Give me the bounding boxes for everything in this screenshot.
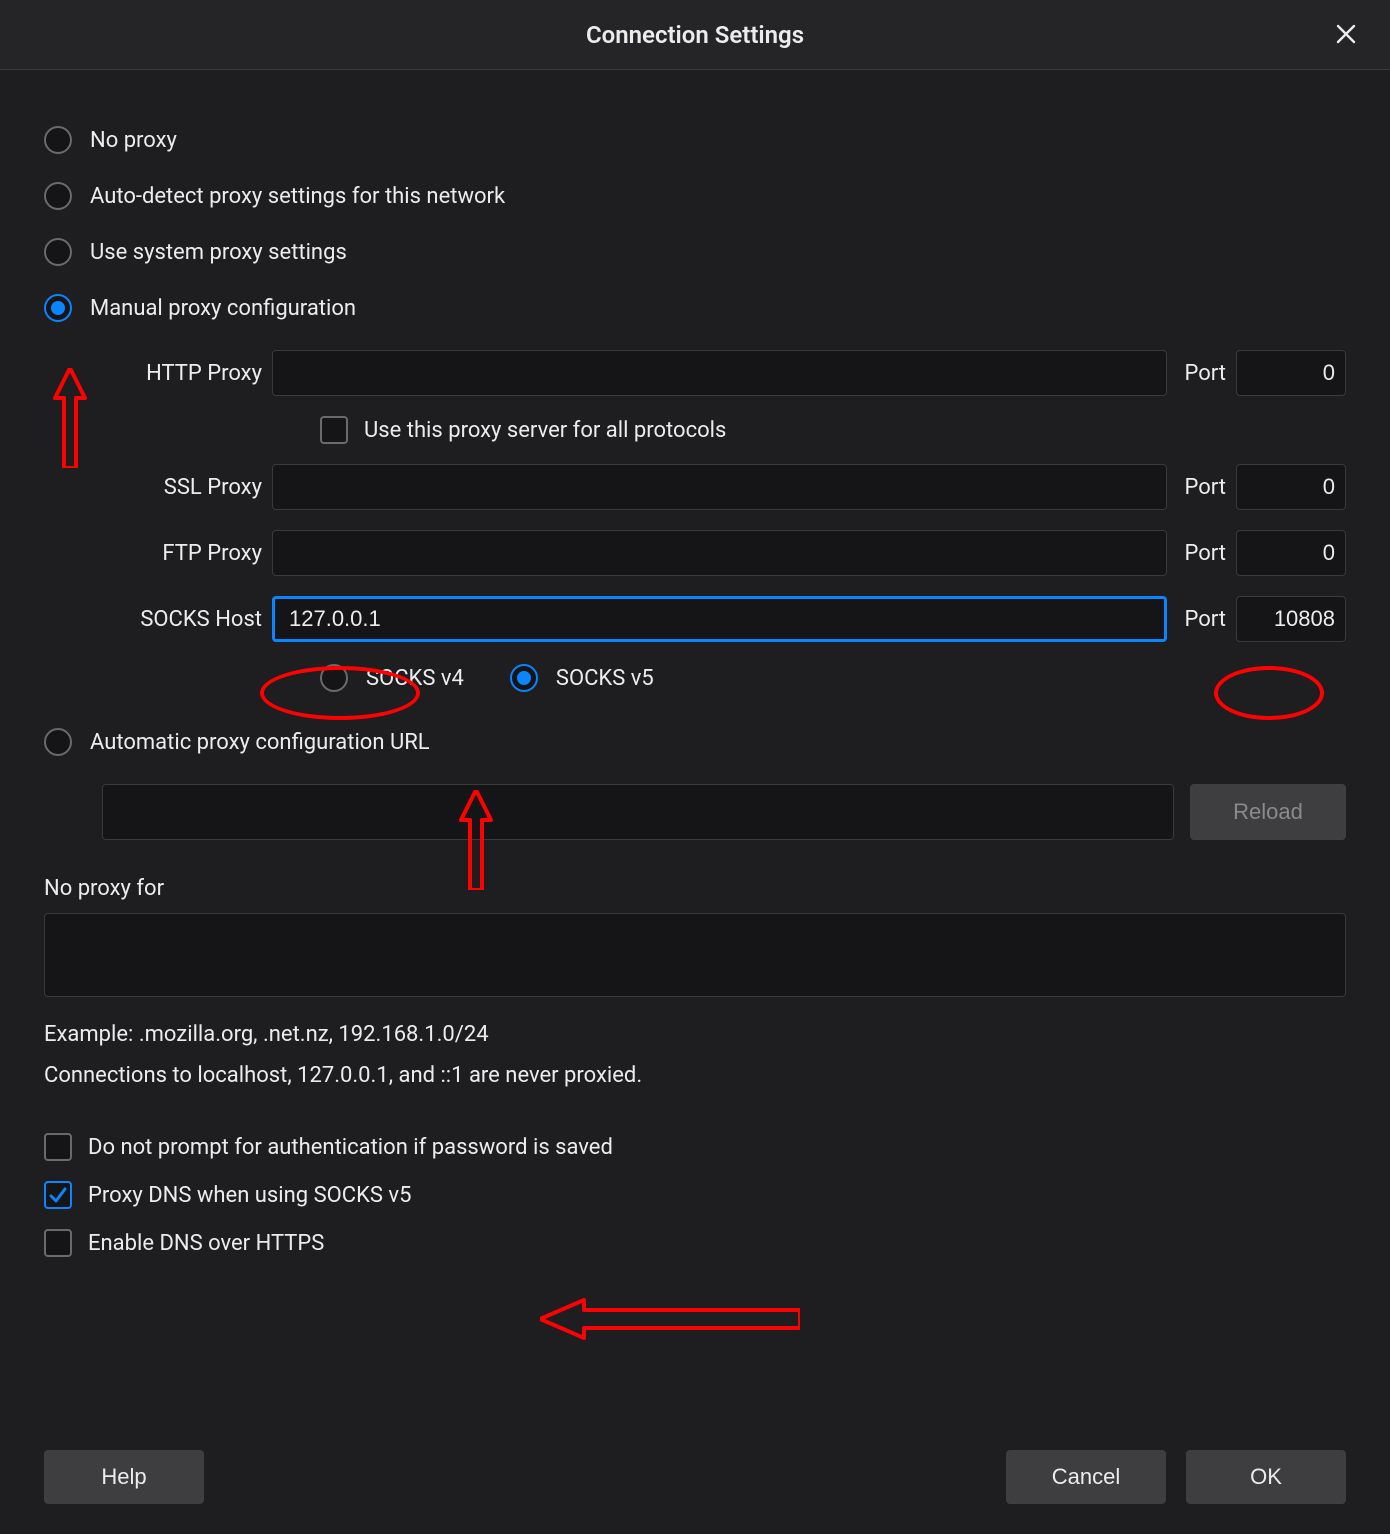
ftp-proxy-host-input[interactable] <box>272 530 1167 576</box>
socks-host-label: SOCKS Host <box>102 607 262 632</box>
ftp-port-label: Port <box>1185 541 1226 566</box>
radio-label-socks-v4: SOCKS v4 <box>366 666 464 691</box>
radio-manual[interactable] <box>44 294 72 322</box>
radio-row-auto-detect: Auto-detect proxy settings for this netw… <box>44 182 1346 210</box>
no-proxy-example: Example: .mozilla.org, .net.nz, 192.168.… <box>44 1017 1346 1052</box>
proxy-dns-row: Proxy DNS when using SOCKS v5 <box>44 1181 1346 1209</box>
http-proxy-port-input[interactable] <box>1236 350 1346 396</box>
help-button[interactable]: Help <box>44 1450 204 1504</box>
radio-row-auto-url: Automatic proxy configuration URL <box>44 728 1346 756</box>
socks-version-row: SOCKS v4 SOCKS v5 <box>320 664 1346 692</box>
radio-label-manual: Manual proxy configuration <box>90 296 356 321</box>
ftp-proxy-label: FTP Proxy <box>102 541 262 566</box>
radio-label-no-proxy: No proxy <box>90 128 177 153</box>
close-icon <box>1335 23 1357 45</box>
use-for-all-row: Use this proxy server for all protocols <box>320 416 1346 444</box>
ftp-proxy-row: FTP Proxy Port <box>102 530 1346 576</box>
proxy-dns-label: Proxy DNS when using SOCKS v5 <box>88 1183 411 1208</box>
socks-host-row: SOCKS Host Port <box>102 596 1346 642</box>
radio-label-auto-url: Automatic proxy configuration URL <box>90 730 430 755</box>
http-proxy-row: HTTP Proxy Port <box>102 350 1346 396</box>
use-for-all-checkbox[interactable] <box>320 416 348 444</box>
no-prompt-auth-row: Do not prompt for authentication if pass… <box>44 1133 1346 1161</box>
dialog-title: Connection Settings <box>586 21 804 49</box>
radio-row-system: Use system proxy settings <box>44 238 1346 266</box>
ftp-proxy-port-input[interactable] <box>1236 530 1346 576</box>
radio-row-no-proxy: No proxy <box>44 126 1346 154</box>
ssl-proxy-row: SSL Proxy Port <box>102 464 1346 510</box>
reload-button[interactable]: Reload <box>1190 784 1346 840</box>
ssl-port-label: Port <box>1185 475 1226 500</box>
ok-button[interactable]: OK <box>1186 1450 1346 1504</box>
dialog-header: Connection Settings <box>0 0 1390 70</box>
ssl-proxy-label: SSL Proxy <box>102 475 262 500</box>
dialog-content: No proxy Auto-detect proxy settings for … <box>0 70 1390 1257</box>
radio-auto-url[interactable] <box>44 728 72 756</box>
no-prompt-auth-label: Do not prompt for authentication if pass… <box>88 1135 613 1160</box>
socks-port-label: Port <box>1185 607 1226 632</box>
http-proxy-label: HTTP Proxy <box>102 361 262 386</box>
ssl-proxy-port-input[interactable] <box>1236 464 1346 510</box>
ssl-proxy-host-input[interactable] <box>272 464 1167 510</box>
pac-row: Reload <box>102 784 1346 840</box>
radio-socks-v5[interactable] <box>510 664 538 692</box>
radio-socks-v4[interactable] <box>320 664 348 692</box>
check-icon <box>48 1185 68 1205</box>
proxy-dns-checkbox[interactable] <box>44 1181 72 1209</box>
annotation-arrow-proxy-dns <box>540 1296 800 1342</box>
radio-label-system: Use system proxy settings <box>90 240 347 265</box>
radio-label-socks-v5: SOCKS v5 <box>556 666 654 691</box>
socks-port-input[interactable] <box>1236 596 1346 642</box>
dialog-footer: Help Cancel OK <box>0 1426 1390 1534</box>
radio-system[interactable] <box>44 238 72 266</box>
socks-host-input[interactable] <box>272 596 1167 642</box>
use-for-all-label: Use this proxy server for all protocols <box>364 418 726 443</box>
radio-auto-detect[interactable] <box>44 182 72 210</box>
no-proxy-for-label: No proxy for <box>44 876 1346 901</box>
radio-no-proxy[interactable] <box>44 126 72 154</box>
cancel-button[interactable]: Cancel <box>1006 1450 1166 1504</box>
pac-url-input[interactable] <box>102 784 1174 840</box>
dns-over-https-row: Enable DNS over HTTPS <box>44 1229 1346 1257</box>
manual-fields: HTTP Proxy Port Use this proxy server fo… <box>102 350 1346 692</box>
no-prompt-auth-checkbox[interactable] <box>44 1133 72 1161</box>
dns-over-https-label: Enable DNS over HTTPS <box>88 1231 324 1256</box>
no-proxy-note: Connections to localhost, 127.0.0.1, and… <box>44 1058 1346 1093</box>
close-button[interactable] <box>1330 18 1362 50</box>
no-proxy-for-textarea[interactable] <box>44 913 1346 997</box>
radio-row-manual: Manual proxy configuration <box>44 294 1346 322</box>
radio-label-auto-detect: Auto-detect proxy settings for this netw… <box>90 184 505 209</box>
dns-over-https-checkbox[interactable] <box>44 1229 72 1257</box>
http-port-label: Port <box>1185 361 1226 386</box>
http-proxy-host-input[interactable] <box>272 350 1167 396</box>
